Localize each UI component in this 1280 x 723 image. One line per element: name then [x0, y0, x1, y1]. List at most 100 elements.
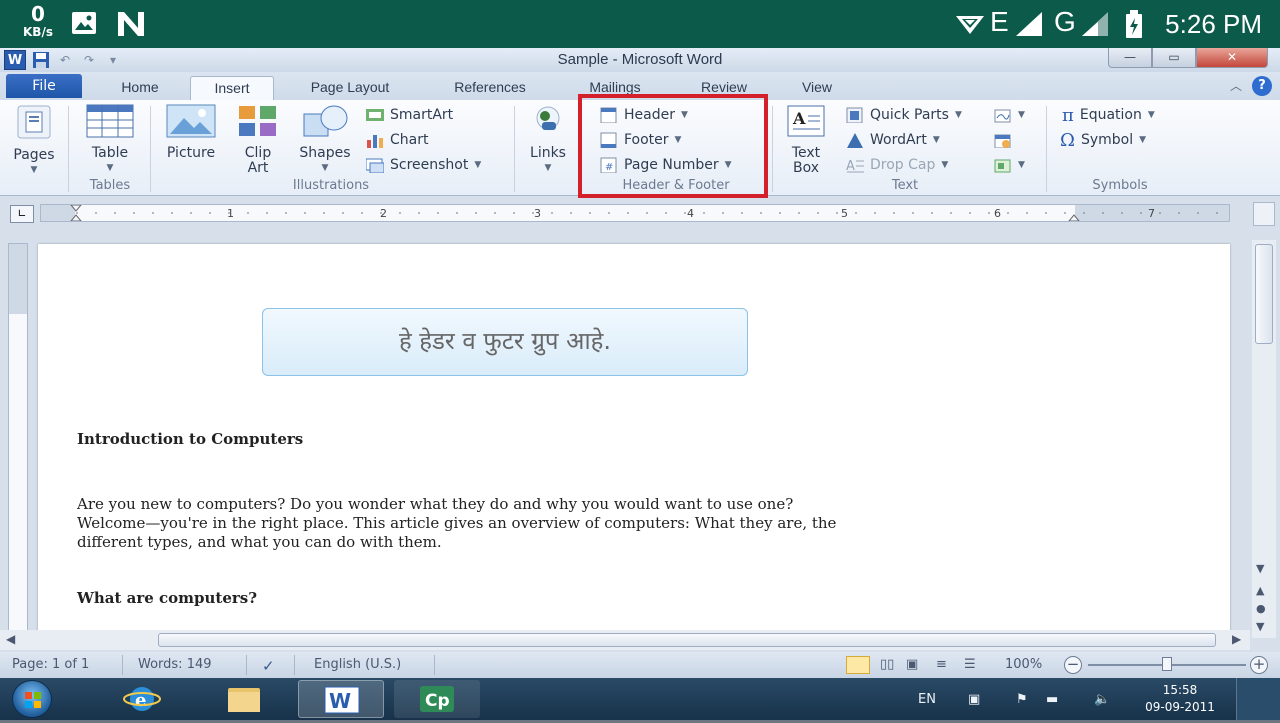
date-time-button[interactable] [994, 129, 1012, 151]
taskbar-internet-explorer[interactable]: e [110, 680, 174, 718]
language-indicator[interactable]: English (U.S.) [314, 657, 401, 672]
status-separator [246, 655, 247, 675]
equation-button[interactable]: π Equation ▼ [1062, 104, 1155, 126]
ruler-number: 4 [687, 207, 694, 220]
tray-network-icon[interactable]: ▣ [968, 692, 980, 707]
draft-icon[interactable]: ☰ [964, 657, 976, 672]
equation-label: Equation [1079, 107, 1142, 123]
symbol-label: Symbol [1080, 132, 1134, 148]
outline-icon[interactable]: ≡ [936, 657, 947, 672]
view-ruler-button[interactable] [1253, 202, 1275, 226]
group-label-tables: Tables [89, 178, 131, 193]
annotation-callout: हे हेडर व फुटर ग्रुप आहे. [262, 308, 748, 376]
taskbar-clock[interactable]: 15:58 09-09-2011 [1140, 682, 1220, 716]
links-button[interactable]: Links ▼ [522, 104, 574, 176]
group-separator [772, 106, 773, 192]
tab-home[interactable]: Home [106, 76, 174, 100]
proofing-icon[interactable]: ✓ [262, 657, 275, 675]
chevron-down-icon: ▼ [1147, 110, 1155, 120]
table-button[interactable]: Table ▼ [80, 104, 140, 176]
group-label-symbols: Symbols [1092, 178, 1148, 193]
pi-icon: π [1062, 104, 1074, 126]
volume-icon[interactable]: 🔈 [1094, 692, 1110, 707]
start-button[interactable] [12, 680, 52, 718]
quick-parts-button[interactable]: Quick Parts ▼ [846, 104, 962, 126]
minimize-ribbon-icon[interactable]: ︿ [1230, 76, 1242, 96]
screenshot-button[interactable]: Screenshot ▼ [366, 154, 481, 176]
picture-button[interactable]: Picture [160, 104, 222, 161]
shapes-button[interactable]: Shapes ▼ [292, 104, 358, 176]
help-icon[interactable]: ? [1252, 76, 1272, 96]
folder-icon [228, 688, 260, 712]
tray-device-icon[interactable]: ▬ [1046, 692, 1058, 707]
pages-button[interactable]: Pages ▼ [6, 104, 62, 178]
status-separator [122, 655, 123, 675]
zoom-out-button[interactable]: − [1064, 656, 1082, 674]
chevron-down-icon: ▼ [106, 163, 114, 173]
gallery-icon [72, 12, 96, 34]
scroll-right-icon[interactable]: ▶ [1232, 632, 1241, 646]
close-button[interactable]: ✕ [1196, 48, 1268, 68]
tab-file[interactable]: File [6, 74, 82, 98]
taskbar-file-explorer[interactable] [212, 680, 276, 718]
horizontal-scrollbar[interactable]: ◀ ▶ [0, 630, 1250, 650]
print-layout-icon[interactable] [846, 656, 870, 674]
action-center-flag-icon[interactable]: ⚑ [1016, 692, 1028, 707]
full-screen-reading-icon[interactable]: ▯▯ [880, 657, 894, 672]
clip-art-icon [239, 106, 276, 136]
data-speed-unit: KB/s [23, 25, 53, 39]
heading-introduction: Introduction to Computers [77, 430, 304, 448]
tab-page-layout[interactable]: Page Layout [292, 76, 408, 100]
web-layout-icon[interactable]: ▣ [906, 657, 918, 672]
chart-button[interactable]: Chart [366, 129, 428, 151]
word-window: W ↶ ↷ ▾ Sample - Microsoft Word — ▭ ✕ Fi… [0, 48, 1280, 678]
clip-art-button[interactable]: Clip Art [232, 104, 284, 176]
drop-cap-button[interactable]: A Drop Cap ▼ [846, 154, 948, 176]
smartart-button[interactable]: SmartArt [366, 104, 453, 126]
wordart-button[interactable]: WordArt ▼ [846, 129, 940, 151]
picture-label: Picture [166, 145, 216, 161]
show-desktop-button[interactable] [1236, 678, 1280, 720]
windows-logo-icon [25, 692, 41, 708]
wordart-icon [847, 133, 863, 148]
zoom-in-button[interactable]: + [1250, 656, 1268, 674]
minimize-button[interactable]: — [1108, 48, 1152, 68]
object-button[interactable]: ▼ [994, 154, 1025, 176]
scroll-left-icon[interactable]: ◀ [6, 632, 15, 646]
document-page[interactable]: हे हेडर व फुटर ग्रुप आहे. Introduction t… [38, 244, 1230, 636]
ruler-number: 7 [1148, 207, 1155, 220]
tab-view[interactable]: View [788, 76, 846, 100]
tab-references[interactable]: References [436, 76, 544, 100]
zoom-level[interactable]: 100% [1005, 657, 1042, 672]
symbol-button[interactable]: Ω Symbol ▼ [1060, 129, 1146, 151]
taskbar-word[interactable]: W [298, 680, 384, 718]
group-label-text: Text [891, 178, 919, 193]
next-page-icon[interactable]: ▼ [1256, 620, 1264, 633]
svg-text:A: A [792, 109, 806, 128]
maximize-button[interactable]: ▭ [1152, 48, 1196, 68]
tab-insert[interactable]: Insert [190, 76, 274, 100]
cp-app-icon: Cp [420, 686, 454, 712]
taskbar-cp-app[interactable]: Cp [394, 680, 480, 718]
previous-page-icon[interactable]: ▲ [1256, 584, 1264, 597]
text-box-icon: A [787, 105, 825, 137]
vertical-ruler[interactable] [8, 243, 28, 633]
scroll-down-icon[interactable]: ▼ [1256, 562, 1264, 575]
horizontal-ruler[interactable]: 1 2 3 4 5 6 7 [40, 204, 1230, 222]
vertical-scrollbar[interactable]: ▼ ▲ ● ▼ [1252, 240, 1276, 638]
shapes-label: Shapes [299, 145, 351, 161]
zoom-slider-knob[interactable] [1162, 657, 1172, 671]
vertical-scroll-thumb[interactable] [1255, 244, 1273, 344]
tab-selector[interactable]: ∟ [10, 205, 34, 223]
horizontal-scroll-thumb[interactable] [158, 633, 1216, 647]
input-language[interactable]: EN [918, 692, 936, 707]
browse-object-icon[interactable]: ● [1256, 602, 1266, 615]
text-box-label-2: Box [792, 160, 820, 176]
word-count[interactable]: Words: 149 [138, 657, 212, 672]
text-box-button[interactable]: A Text Box [778, 104, 834, 176]
page-count[interactable]: Page: 1 of 1 [12, 657, 89, 672]
title-bar: W ↶ ↷ ▾ Sample - Microsoft Word — ▭ ✕ [0, 48, 1280, 72]
signature-line-button[interactable]: ▼ [994, 104, 1025, 126]
wifi-icon [956, 16, 984, 34]
group-label-illustrations: Illustrations [292, 178, 370, 193]
